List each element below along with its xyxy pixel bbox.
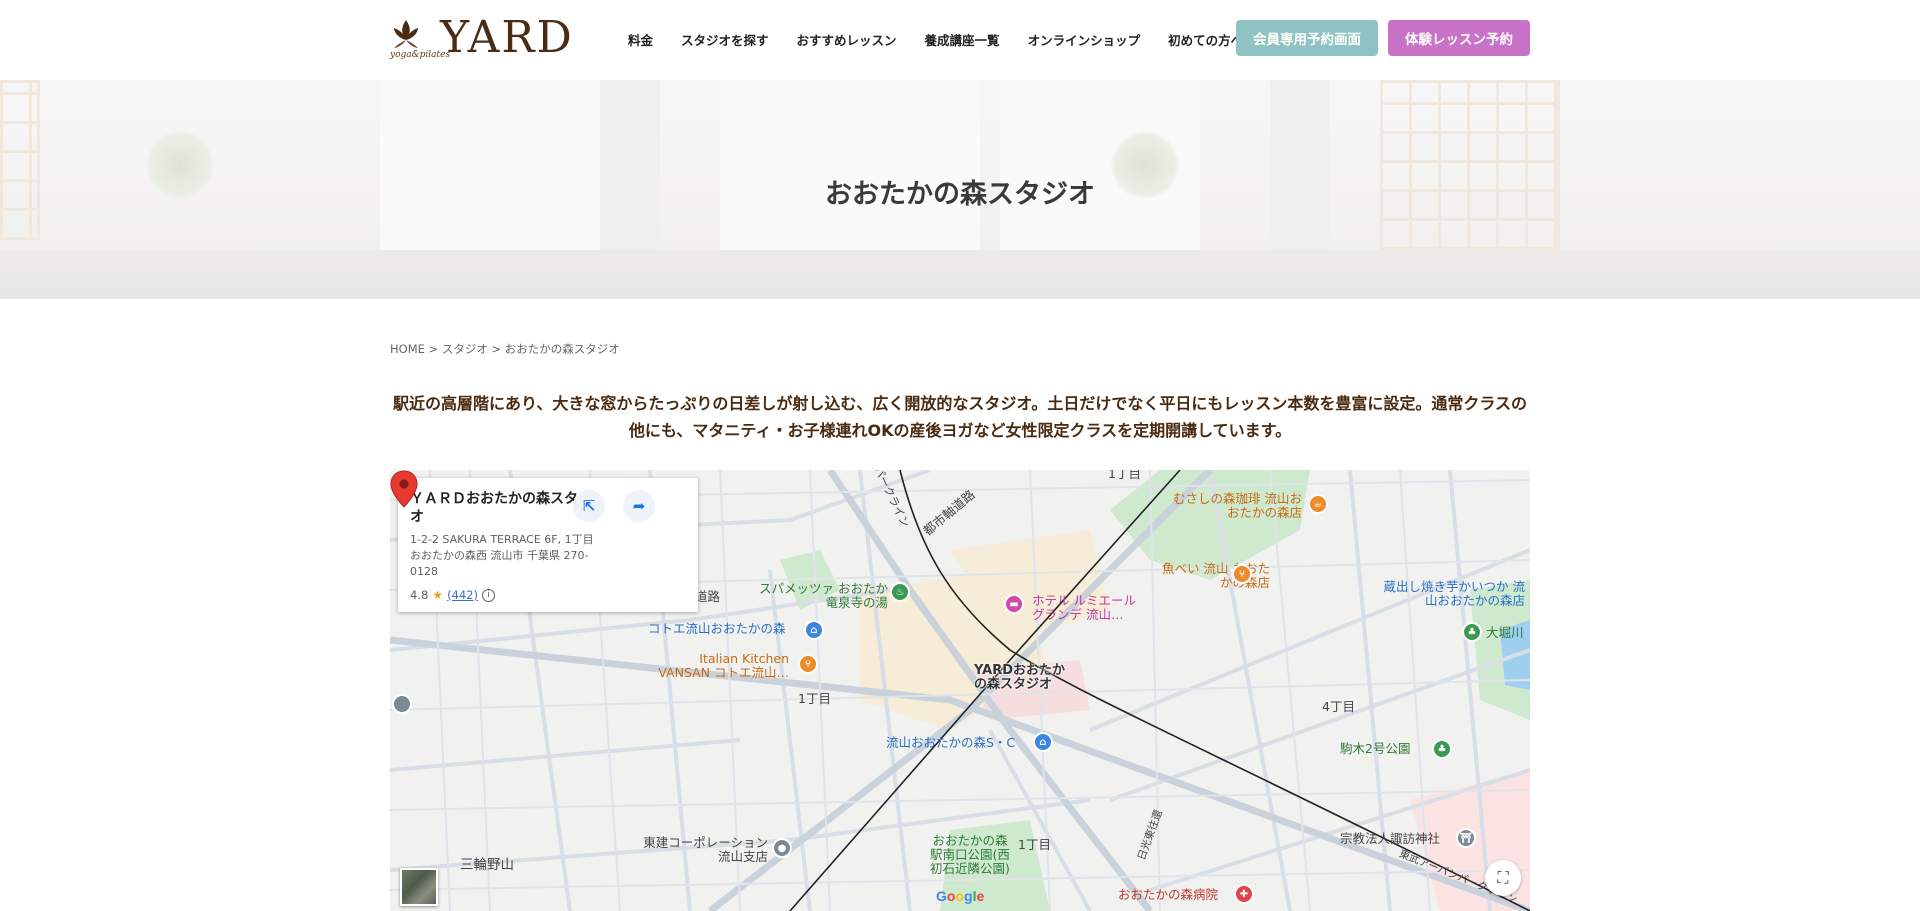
nav-find-studio[interactable]: スタジオを探す — [681, 30, 769, 50]
map-label: スパメッツァ おおたか 竜泉寺の湯 — [759, 581, 888, 610]
map-label: 道路 — [695, 589, 721, 604]
open-in-maps-icon[interactable]: ⇱ — [573, 490, 605, 522]
google-letter: e — [976, 888, 985, 904]
hotel-icon[interactable]: ▬ — [1004, 594, 1024, 614]
site-header: yoga&pilates YARD 料金 スタジオを探す おすすめレッスン 養成… — [0, 0, 1920, 80]
logo-wordmark: YARD — [440, 12, 574, 63]
nav-pricing[interactable]: 料金 — [628, 30, 653, 50]
location-pin-icon[interactable] — [390, 470, 418, 508]
shopping-icon[interactable]: ⌂ — [1033, 732, 1053, 752]
map-label: 1丁目 — [798, 691, 831, 706]
info-icon[interactable]: i — [482, 588, 495, 602]
satellite-toggle[interactable] — [400, 868, 438, 906]
hospital-icon[interactable]: ✚ — [1234, 884, 1254, 904]
park-icon[interactable]: ♣ — [1432, 739, 1452, 759]
restaurant-icon[interactable]: ⑂ — [798, 654, 818, 674]
breadcrumb-sep: > — [424, 342, 442, 356]
lotus-icon — [394, 20, 418, 48]
map-label: 三輪野山 — [460, 857, 514, 873]
park-icon[interactable]: ♣ — [1462, 622, 1482, 642]
nav-recommended-lessons[interactable]: おすすめレッスン — [797, 30, 897, 50]
map-label: 蔵出し焼き芋かいつか 流山おおたかの森店 — [1383, 579, 1525, 608]
google-letter: G — [936, 888, 947, 904]
review-count-link[interactable]: (442) — [447, 588, 478, 602]
trial-lesson-button[interactable]: 体験レッスン予約 — [1388, 20, 1530, 56]
map-label: Italian Kitchen VANSAN コトエ流山… — [658, 651, 789, 680]
map-poi-icon[interactable] — [392, 694, 412, 714]
breadcrumb-current: おおたかの森スタジオ — [504, 342, 620, 356]
cafe-icon[interactable]: ☕ — [1308, 494, 1328, 514]
spa-icon[interactable]: ♨ — [890, 582, 910, 602]
map-label: おおたかの森病院 — [1118, 887, 1219, 902]
map-label: むさしの森珈琲 流山おおたかの森店 — [1173, 491, 1302, 520]
google-letter: o — [955, 888, 965, 904]
restaurant-icon[interactable]: ⑂ — [1232, 564, 1252, 584]
map-label: 1丁目 — [1018, 837, 1051, 852]
place-rating: 4.8 ★ (442) i — [410, 588, 686, 602]
place-title[interactable]: ＹＡＲＤおおたかの森スタジオ — [410, 490, 600, 526]
google-letter: g — [964, 888, 973, 904]
marker-label: YARDおおたかの森スタジオ — [974, 663, 1066, 692]
map-label: 駒木2号公園 — [1340, 741, 1411, 756]
directions-icon[interactable]: ➦ — [623, 490, 655, 522]
nav-first-time[interactable]: 初めての方へ — [1168, 30, 1243, 50]
main-nav: 料金 スタジオを探す おすすめレッスン 養成講座一覧 オンラインショップ 初めて… — [628, 30, 1243, 50]
studio-map[interactable]: 1丁目 都市軸道路 パークライン 道路 むさしの森珈琲 流山おおたかの森店 ☕ … — [390, 470, 1530, 911]
studio-description: 駅近の高層階にあり、大きな窓からたっぷりの日差しが射し込む、広く開放的なスタジオ… — [392, 394, 1528, 440]
shopping-icon[interactable]: ⌂ — [804, 620, 824, 640]
map-label: 流山おおたかの森S・C — [886, 735, 1016, 750]
rating-value: 4.8 — [410, 588, 429, 602]
nav-online-shop[interactable]: オンラインショップ — [1028, 30, 1141, 50]
map-label: 東建コーポレーション 流山支店 — [643, 835, 768, 864]
place-info-card: ＹＡＲＤおおたかの森スタジオ 1-2-2 SAKURA TERRACE 6F, … — [398, 478, 698, 612]
map-label: おおたかの森駅南口公園(西初石近隣公園) — [930, 833, 1010, 876]
breadcrumb-home[interactable]: HOME — [390, 342, 425, 356]
google-logo: Google — [936, 888, 984, 904]
breadcrumb: HOME > スタジオ > おおたかの森スタジオ — [390, 341, 620, 357]
map-label: 魚べい 流山 おおたかの森店 — [1162, 561, 1270, 590]
breadcrumb-studio[interactable]: スタジオ — [442, 342, 488, 356]
shrine-icon[interactable]: ⛩ — [1456, 828, 1476, 848]
office-icon[interactable]: ● — [772, 838, 792, 858]
hero-banner: おおたかの森スタジオ — [0, 80, 1920, 299]
star-icon: ★ — [432, 588, 444, 602]
fullscreen-icon[interactable]: ⛶ — [1485, 860, 1521, 896]
site-logo[interactable]: yoga&pilates YARD — [390, 12, 572, 64]
member-booking-button[interactable]: 会員専用予約画面 — [1236, 20, 1378, 56]
map-label: 4丁目 — [1322, 699, 1355, 714]
map-label: 大堀川 — [1486, 625, 1524, 640]
place-address: 1-2-2 SAKURA TERRACE 6F, 1丁目 おおたかの森西 流山市… — [410, 533, 594, 578]
map-label: コトエ流山おおたかの森 — [648, 621, 786, 636]
map-label: ホテル ルミエール グランデ 流山… — [1032, 593, 1136, 622]
map-label: 宗教法人諏訪神社 — [1340, 831, 1441, 846]
nav-training-courses[interactable]: 養成講座一覧 — [925, 30, 1000, 50]
breadcrumb-sep: > — [487, 342, 505, 356]
page-title: おおたかの森スタジオ — [825, 179, 1095, 210]
map-label: 1丁目 — [1108, 470, 1141, 481]
